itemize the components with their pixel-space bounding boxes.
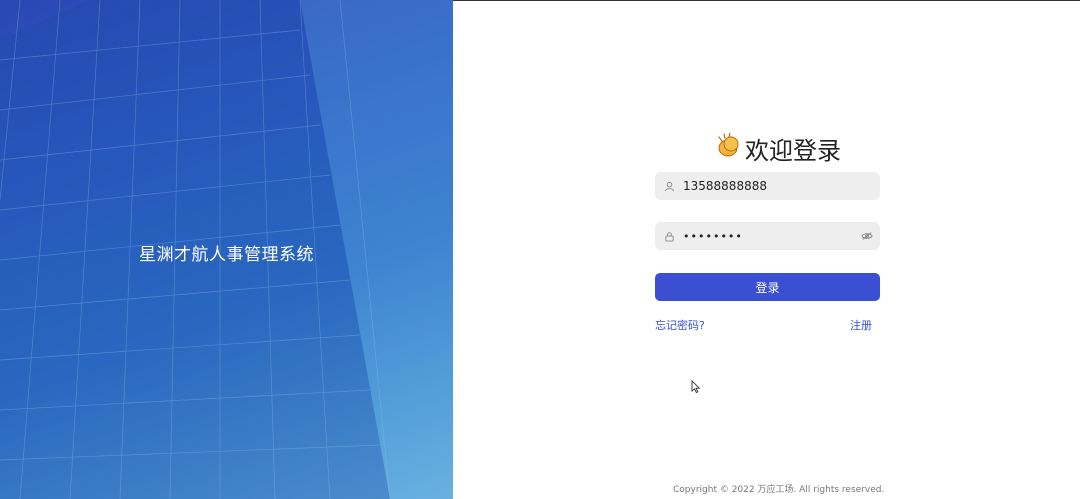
- welcome-text: 欢迎登录: [745, 136, 841, 165]
- mouse-cursor-icon: [691, 380, 701, 394]
- password-input[interactable]: ••••••••: [683, 222, 854, 250]
- copyright-footer: Copyright © 2022 万应工场. All rights reserv…: [673, 485, 885, 495]
- password-field[interactable]: ••••••••: [655, 222, 880, 250]
- eye-off-icon[interactable]: [854, 231, 880, 241]
- form-links: 忘记密码? 注册: [655, 317, 880, 333]
- login-button[interactable]: 登录: [655, 273, 880, 301]
- clapping-hands-icon: [716, 132, 742, 163]
- lock-icon: [655, 231, 683, 242]
- welcome-heading: 欢迎登录: [677, 130, 880, 166]
- login-page: 星渊才航人事管理系统 欢迎登录 13588888888 •••••••• 登录 …: [0, 0, 1080, 499]
- system-title: 星渊才航人事管理系统: [139, 245, 314, 265]
- hero-panel: 星渊才航人事管理系统: [0, 0, 453, 499]
- username-input[interactable]: [683, 172, 880, 200]
- user-icon: [655, 181, 683, 192]
- login-panel: 欢迎登录 ••••••••: [453, 0, 1080, 499]
- forgot-password-link[interactable]: 忘记密码?: [655, 317, 705, 333]
- username-field[interactable]: [655, 172, 880, 200]
- register-link[interactable]: 注册: [850, 317, 872, 333]
- top-border: [453, 0, 1080, 1]
- login-form: 欢迎登录 ••••••••: [655, 130, 880, 333]
